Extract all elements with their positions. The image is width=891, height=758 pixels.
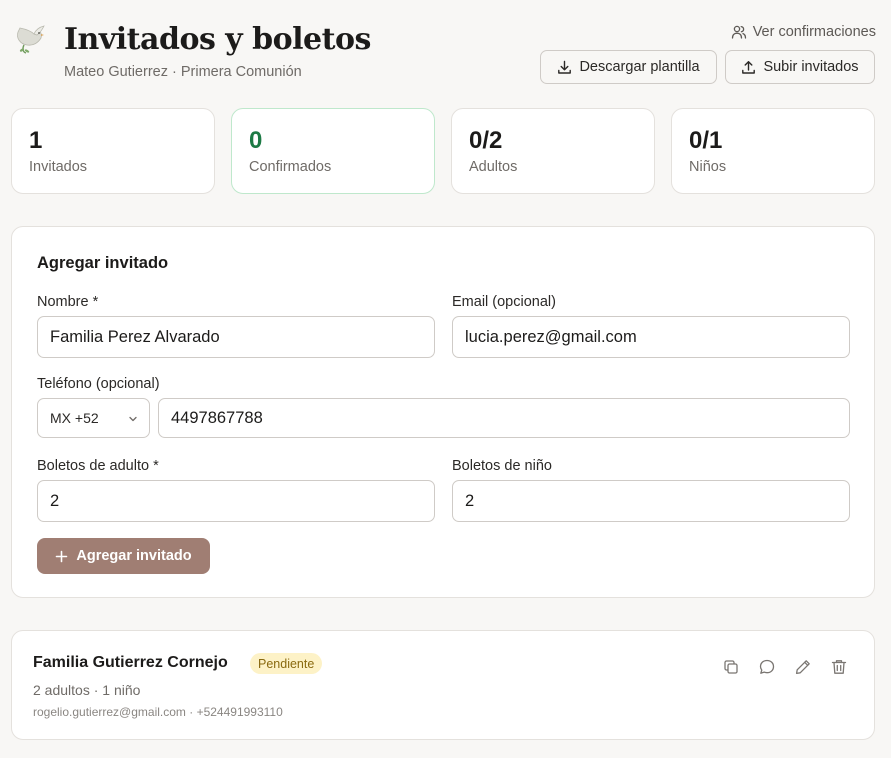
stat-label: Confirmados xyxy=(249,159,332,175)
guest-actions xyxy=(722,658,848,676)
ver-confirmaciones-link[interactable]: Ver confirmaciones xyxy=(731,22,876,42)
child-tickets-input[interactable] xyxy=(452,480,850,522)
ver-confirmaciones-label: Ver confirmaciones xyxy=(752,24,876,40)
add-guest-form: Agregar invitado Nombre * Email (opciona… xyxy=(11,226,875,598)
stat-ninos: 0/1 Niños xyxy=(671,108,875,194)
plus-icon xyxy=(55,550,68,563)
page-header: Invitados y boletos Mateo Gutierrez · Pr… xyxy=(0,0,891,100)
stat-adultos: 0/2 Adultos xyxy=(451,108,655,194)
page-subtitle: Mateo Gutierrez · Primera Comunión xyxy=(64,64,302,80)
country-code-value: MX +52 xyxy=(50,410,99,426)
status-badge: Pendiente xyxy=(250,653,323,674)
chevron-down-icon xyxy=(127,412,139,424)
guest-contact: rogelio.gutierrez@gmail.com · +524491993… xyxy=(33,705,283,719)
guest-card: Familia Gutierrez Cornejo Pendiente 2 ad… xyxy=(11,630,875,740)
form-title: Agregar invitado xyxy=(37,254,169,272)
dove-icon xyxy=(14,24,48,56)
email-input[interactable] xyxy=(452,316,850,358)
stat-value: 0/1 xyxy=(689,127,723,154)
stat-label: Niños xyxy=(689,159,727,175)
guest-tickets: 2 adultos · 1 niño xyxy=(33,682,141,698)
add-guest-label: Agregar invitado xyxy=(76,548,192,564)
guest-name: Familia Gutierrez Cornejo xyxy=(33,654,228,671)
child-tickets-label: Boletos de niño xyxy=(452,458,552,474)
upload-icon xyxy=(741,60,756,75)
copy-icon[interactable] xyxy=(722,658,740,676)
stat-value: 1 xyxy=(29,127,43,154)
stat-value: 0/2 xyxy=(469,127,503,154)
stat-label: Adultos xyxy=(469,159,518,175)
download-template-button[interactable]: Descargar plantilla xyxy=(540,50,717,84)
stat-invitados: 1 Invitados xyxy=(11,108,215,194)
upload-guests-label: Subir invitados xyxy=(763,59,859,75)
stat-label: Invitados xyxy=(29,159,88,175)
adult-tickets-input[interactable] xyxy=(37,480,435,522)
download-template-label: Descargar plantilla xyxy=(579,59,700,75)
phone-label: Teléfono (opcional) xyxy=(37,376,160,392)
phone-input[interactable] xyxy=(158,398,850,438)
country-code-select[interactable]: MX +52 xyxy=(37,398,150,438)
page-title: Invitados y boletos xyxy=(64,22,371,57)
users-icon xyxy=(731,24,747,40)
trash-icon[interactable] xyxy=(830,658,848,676)
pencil-icon[interactable] xyxy=(794,658,812,676)
message-icon[interactable] xyxy=(758,658,776,676)
name-input[interactable] xyxy=(37,316,435,358)
upload-guests-button[interactable]: Subir invitados xyxy=(725,50,875,84)
name-label: Nombre * xyxy=(37,294,99,310)
adult-tickets-label: Boletos de adulto * xyxy=(37,458,159,474)
email-label: Email (opcional) xyxy=(452,294,556,310)
stat-confirmados: 0 Confirmados xyxy=(231,108,435,194)
download-icon xyxy=(557,60,572,75)
add-guest-button[interactable]: Agregar invitado xyxy=(37,538,210,574)
stat-value: 0 xyxy=(249,127,263,154)
